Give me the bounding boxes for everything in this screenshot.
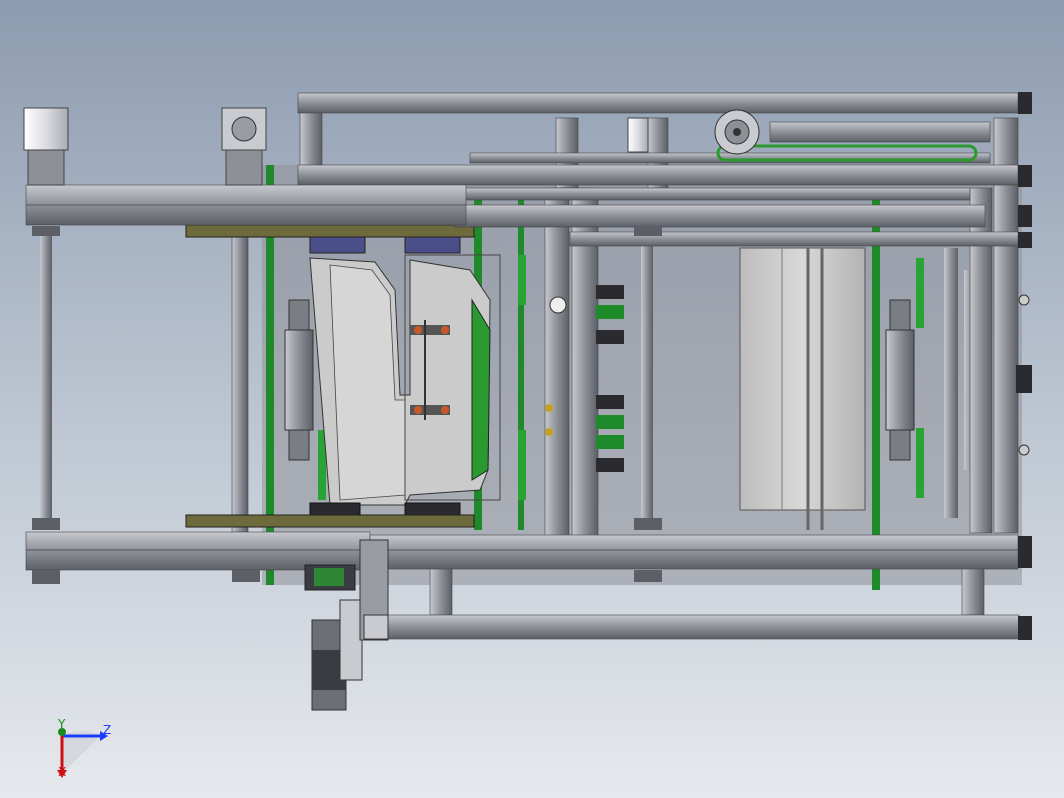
coordinate-triad: Z Y X: [48, 718, 118, 788]
axis-label-z: Z: [103, 723, 112, 737]
corner-plate: [359, 539, 389, 641]
axis-label-x: X: [58, 765, 67, 779]
machine-assembly-drawing: [23, 92, 1032, 711]
product-shell: [309, 254, 501, 506]
top-horizontal-profiles: [25, 92, 1019, 247]
end-caps: [1016, 92, 1032, 640]
bottom-horizontal-profiles: [25, 531, 1020, 640]
cad-viewport[interactable]: Z Y X: [0, 0, 1064, 798]
axis-label-y: Y: [58, 717, 66, 731]
